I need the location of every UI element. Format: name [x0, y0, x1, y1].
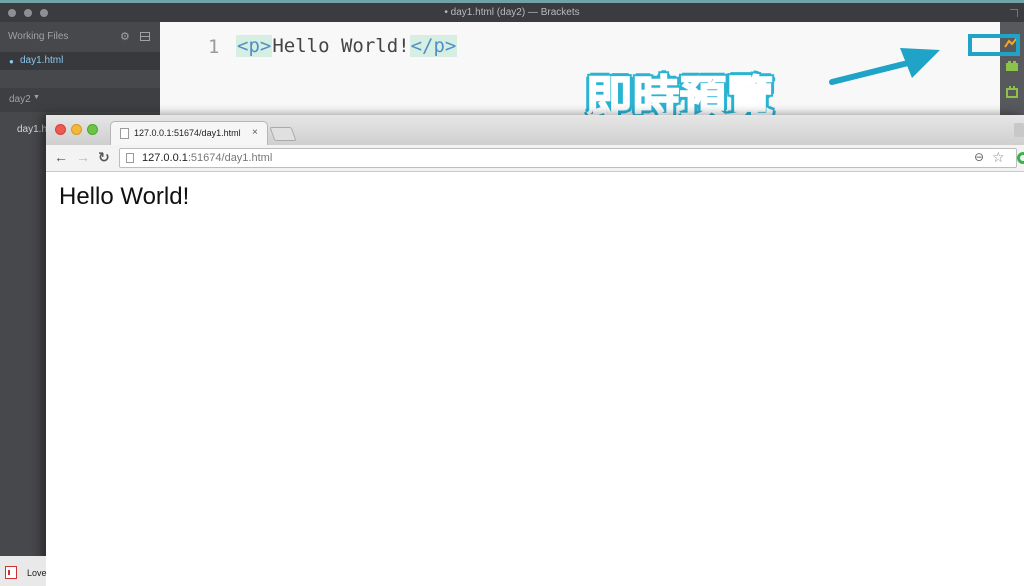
project-name: day2 — [9, 94, 31, 105]
code-text: Hello World! — [272, 35, 410, 57]
new-tab-button[interactable] — [269, 127, 297, 141]
url-text[interactable]: 127.0.0.1:51674/day1.html — [142, 152, 272, 164]
browser-tab[interactable]: 127.0.0.1:51674/day1.html × — [110, 121, 268, 145]
dock-label: Love — [27, 568, 47, 578]
line-number: 1 — [208, 36, 220, 58]
dirty-dot-icon: ● — [9, 57, 14, 66]
user-profile-icon[interactable] — [1014, 123, 1024, 137]
document-icon — [126, 153, 134, 163]
working-file-item[interactable]: ● day1.html — [0, 52, 160, 70]
fullscreen-icon[interactable] — [1010, 9, 1018, 17]
code-close-tag: </p> — [409, 35, 458, 57]
file-tree-item[interactable]: day1.h — [17, 124, 47, 135]
working-file-label: day1.html — [20, 55, 64, 66]
zoom-icon[interactable]: ⊖ — [974, 150, 984, 164]
forward-icon[interactable]: → — [76, 149, 90, 165]
code-open-tag: <p> — [236, 35, 273, 57]
pdf-icon — [5, 566, 17, 579]
page-paragraph: Hello World! — [59, 183, 190, 210]
chrome-tab-bar: 127.0.0.1:51674/day1.html × — [46, 115, 1024, 145]
extension-icon[interactable] — [1017, 152, 1024, 164]
web-page: Hello World! — [46, 173, 1024, 586]
minimize-window-icon[interactable] — [71, 124, 82, 135]
close-tab-icon[interactable]: × — [252, 127, 258, 138]
arrow-icon — [829, 48, 940, 85]
code-line[interactable]: <p>Hello World!</p> — [236, 35, 458, 57]
screen: • day1.html (day2) — Brackets Working Fi… — [0, 0, 1024, 586]
window-title: • day1.html (day2) — Brackets — [444, 7, 580, 18]
maximize-window-icon[interactable] — [87, 124, 98, 135]
chrome-window: 127.0.0.1:51674/day1.html × ← → ↻ 127.0.… — [46, 115, 1024, 586]
live-preview-highlight — [968, 34, 1020, 56]
chevron-down-icon: ▼ — [33, 94, 40, 101]
tab-title: 127.0.0.1:51674/day1.html — [134, 128, 241, 138]
document-icon — [120, 128, 129, 139]
reload-icon[interactable]: ↻ — [98, 149, 110, 166]
brackets-titlebar: • day1.html (day2) — Brackets — [0, 0, 1024, 22]
url-path: :51674/day1.html — [187, 152, 273, 164]
address-bar[interactable]: 127.0.0.1:51674/day1.html ⊖ ☆ — [119, 148, 1017, 168]
extension-manager-icon[interactable] — [1005, 60, 1019, 72]
close-window-icon[interactable] — [55, 124, 66, 135]
chrome-toolbar: ← → ↻ 127.0.0.1:51674/day1.html ⊖ ☆ — [46, 145, 1024, 172]
bookmark-star-icon[interactable]: ☆ — [992, 149, 1005, 166]
url-host: 127.0.0.1 — [142, 152, 188, 164]
back-icon[interactable]: ← — [54, 149, 68, 165]
split-view-icon[interactable] — [140, 32, 150, 41]
project-dropdown[interactable]: day2 ▼ — [0, 88, 160, 112]
gear-icon[interactable]: ⚙ — [120, 30, 130, 43]
working-files-header: Working Files — [8, 31, 69, 42]
extension-icon[interactable] — [1005, 86, 1019, 98]
dock-item[interactable]: Love — [0, 556, 47, 586]
